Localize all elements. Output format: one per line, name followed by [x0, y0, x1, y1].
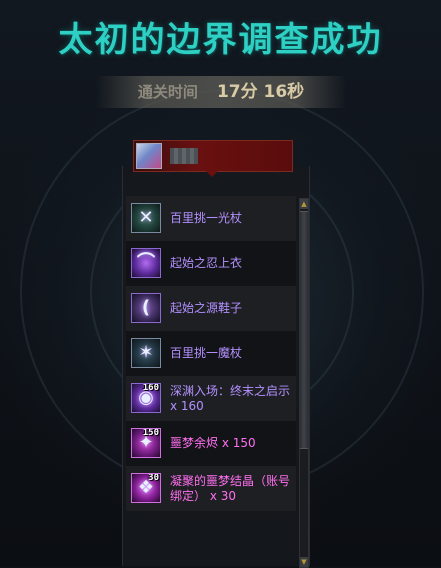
abyss-ticket-icon: ◉ 160 — [131, 383, 161, 413]
reward-name: 凝聚的噩梦结晶（账号绑定） x 30 — [170, 473, 291, 503]
reward-name: 百里挑一光杖 — [170, 211, 243, 225]
reward-row[interactable]: ❖ 30 凝聚的噩梦结晶（账号绑定） x 30 — [126, 466, 296, 511]
clear-time-value: 17分 16秒 — [216, 82, 305, 102]
scroll-up-arrow-icon[interactable]: ▲ — [300, 199, 308, 209]
reward-row[interactable]: ✶ 百里挑一魔杖 — [126, 331, 296, 376]
banner-pointer — [205, 170, 219, 177]
reward-row[interactable]: ( 起始之源鞋子 — [126, 286, 296, 331]
player-banner[interactable] — [133, 140, 293, 172]
crystal-icon: ❖ 30 — [131, 473, 161, 503]
reward-list: ✕ 百里挑一光杖 ⌒ 起始之忍上衣 ( 起始之源鞋子 ✶ 百里挑一魔杖 ◉ 160… — [126, 196, 296, 511]
reward-row[interactable]: ◉ 160 深渊入场：终末之启示 x 160 — [126, 376, 296, 421]
player-name-redacted — [170, 148, 198, 164]
reward-name: 百里挑一魔杖 — [170, 346, 243, 360]
wand-icon: ✶ — [131, 338, 161, 368]
player-avatar-icon — [136, 143, 162, 169]
reward-row[interactable]: ⌒ 起始之忍上衣 — [126, 241, 296, 286]
reward-scrollbar[interactable]: ▲ ▼ — [299, 198, 309, 568]
reward-name: 起始之源鞋子 — [170, 301, 243, 315]
item-count: 150 — [142, 428, 159, 438]
reward-name: 深渊入场：终末之启示 x 160 — [170, 383, 291, 413]
reward-name: 起始之忍上衣 — [170, 256, 243, 270]
ember-icon: ✦ 150 — [131, 428, 161, 458]
staff-icon: ✕ — [131, 203, 161, 233]
scroll-thumb[interactable] — [300, 211, 308, 449]
item-count: 30 — [148, 473, 159, 483]
result-title: 太初的边界调查成功 — [58, 20, 383, 60]
clear-time-label: 通关时间 — [137, 83, 198, 101]
shoes-icon: ( — [131, 293, 161, 323]
reward-row[interactable]: ✦ 150 噩梦余烬 x 150 — [126, 421, 296, 466]
reward-name: 噩梦余烬 x 150 — [170, 436, 256, 450]
clear-time-bar: 通关时间 17分 16秒 — [96, 76, 346, 108]
reward-row[interactable]: ✕ 百里挑一光杖 — [126, 196, 296, 241]
coat-icon: ⌒ — [131, 248, 161, 278]
item-count: 160 — [142, 383, 159, 393]
